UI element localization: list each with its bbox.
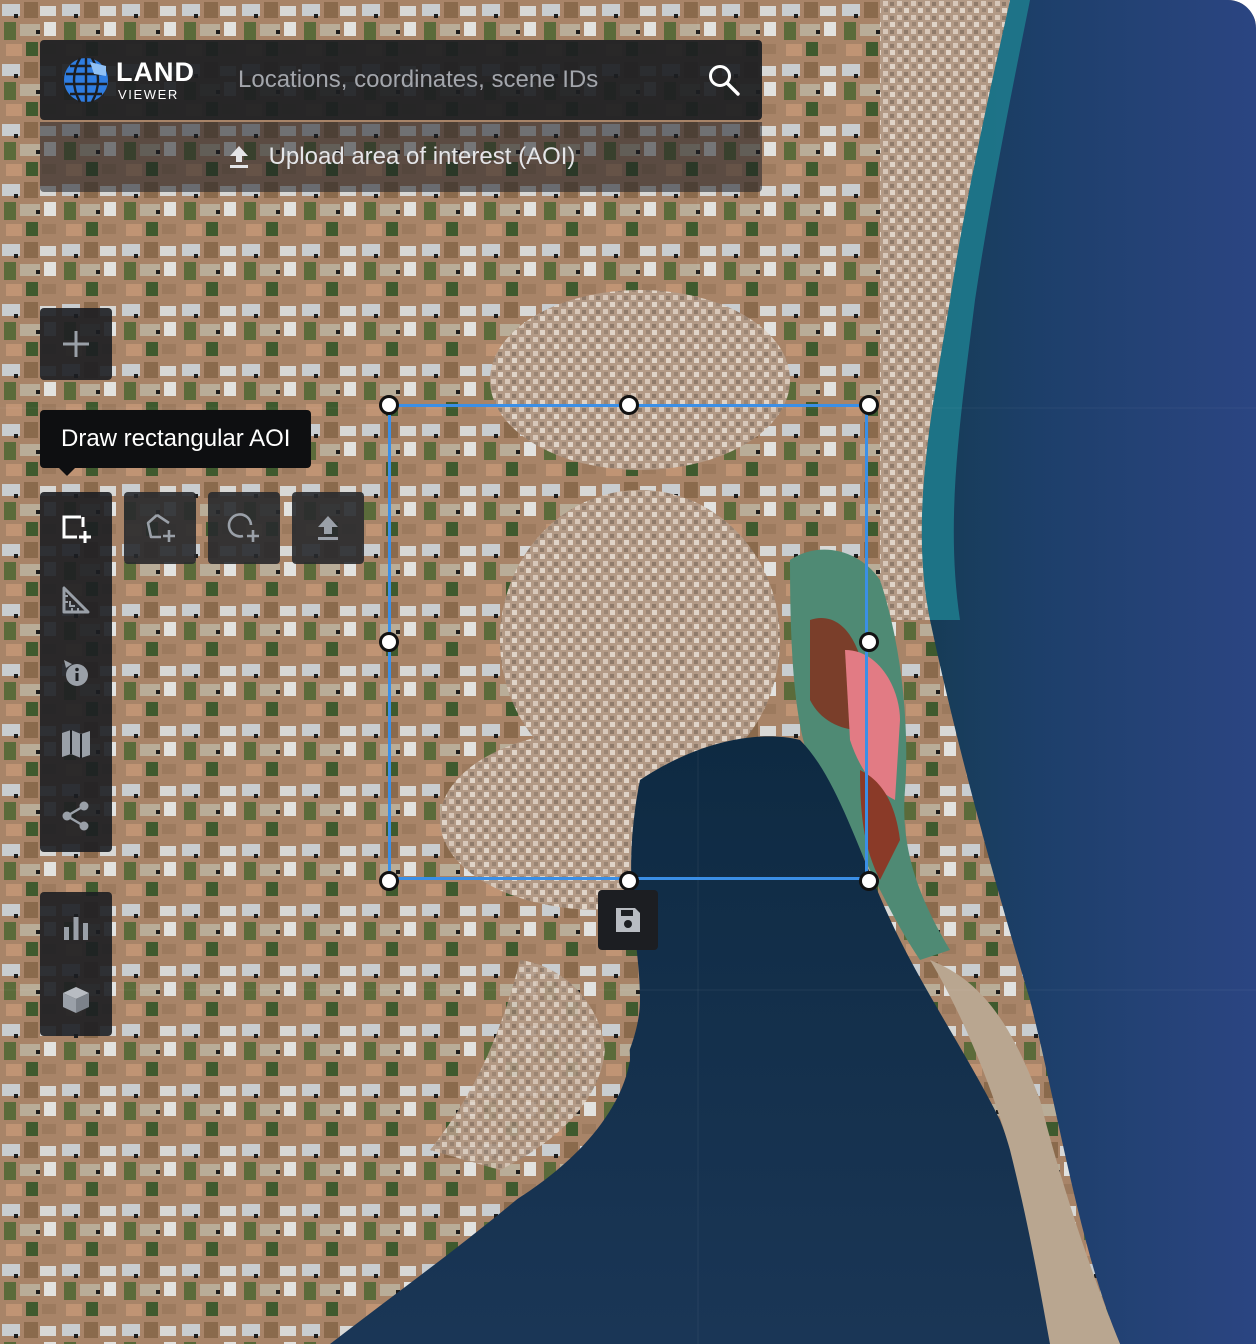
analytics-button[interactable] — [40, 892, 112, 964]
aoi-handle-top-right[interactable] — [859, 395, 879, 415]
ruler-triangle-icon — [62, 586, 90, 614]
map-icon — [62, 730, 90, 758]
save-icon — [616, 908, 640, 932]
save-aoi-button[interactable] — [598, 890, 658, 950]
draw-polygon-button[interactable] — [124, 492, 196, 564]
map-layers-button[interactable] — [40, 708, 112, 780]
aoi-handle-left[interactable] — [379, 632, 399, 652]
draw-circle-button[interactable] — [208, 492, 280, 564]
upload-icon — [229, 146, 248, 168]
aoi-handle-bottom[interactable] — [619, 871, 639, 891]
search-bar: LAND VIEWER — [40, 40, 762, 120]
draw-options — [124, 492, 364, 564]
cube-icon — [63, 987, 89, 1013]
search-button[interactable] — [696, 52, 752, 108]
info-pin-icon — [64, 660, 88, 686]
rectangle-plus-icon — [62, 515, 91, 543]
aoi-handle-top-left[interactable] — [379, 395, 399, 415]
tools-toolbar — [40, 492, 112, 852]
bar-chart-icon — [64, 917, 88, 940]
draw-rectangle-aoi-button[interactable] — [40, 492, 112, 564]
upload-aoi-bar[interactable]: Upload area of interest (AOI) — [40, 122, 762, 192]
landviewer-logo[interactable]: LAND VIEWER — [60, 54, 230, 106]
search-icon — [709, 65, 740, 96]
zoom-toolbar — [40, 308, 112, 380]
aoi-rectangle[interactable] — [388, 404, 868, 880]
share-icon — [62, 801, 89, 831]
map-viewer: LAND VIEWER Upload area of interest (AOI… — [0, 0, 1256, 1344]
polygon-plus-icon — [146, 513, 175, 542]
share-button[interactable] — [40, 780, 112, 852]
search-input[interactable] — [236, 65, 696, 95]
3d-view-button[interactable] — [40, 964, 112, 1036]
aoi-handle-right[interactable] — [859, 632, 879, 652]
circle-plus-icon — [227, 513, 259, 542]
aoi-handle-bottom-left[interactable] — [379, 871, 399, 891]
tooltip-arrow — [57, 466, 77, 476]
logo-sub: VIEWER — [118, 87, 179, 102]
zoom-in-button[interactable] — [40, 308, 112, 380]
aoi-handle-top[interactable] — [619, 395, 639, 415]
measure-button[interactable] — [40, 564, 112, 636]
plus-icon — [63, 331, 89, 357]
analytics-toolbar — [40, 892, 112, 1036]
aoi-handle-bottom-right[interactable] — [859, 871, 879, 891]
upload-aoi-button[interactable] — [292, 492, 364, 564]
tooltip: Draw rectangular AOI — [40, 410, 312, 468]
logo-word: LAND — [116, 57, 195, 87]
identify-button[interactable] — [40, 636, 112, 708]
upload-aoi-label: Upload area of interest (AOI) — [268, 143, 576, 170]
globe-icon — [64, 57, 108, 103]
upload-icon — [318, 516, 338, 540]
